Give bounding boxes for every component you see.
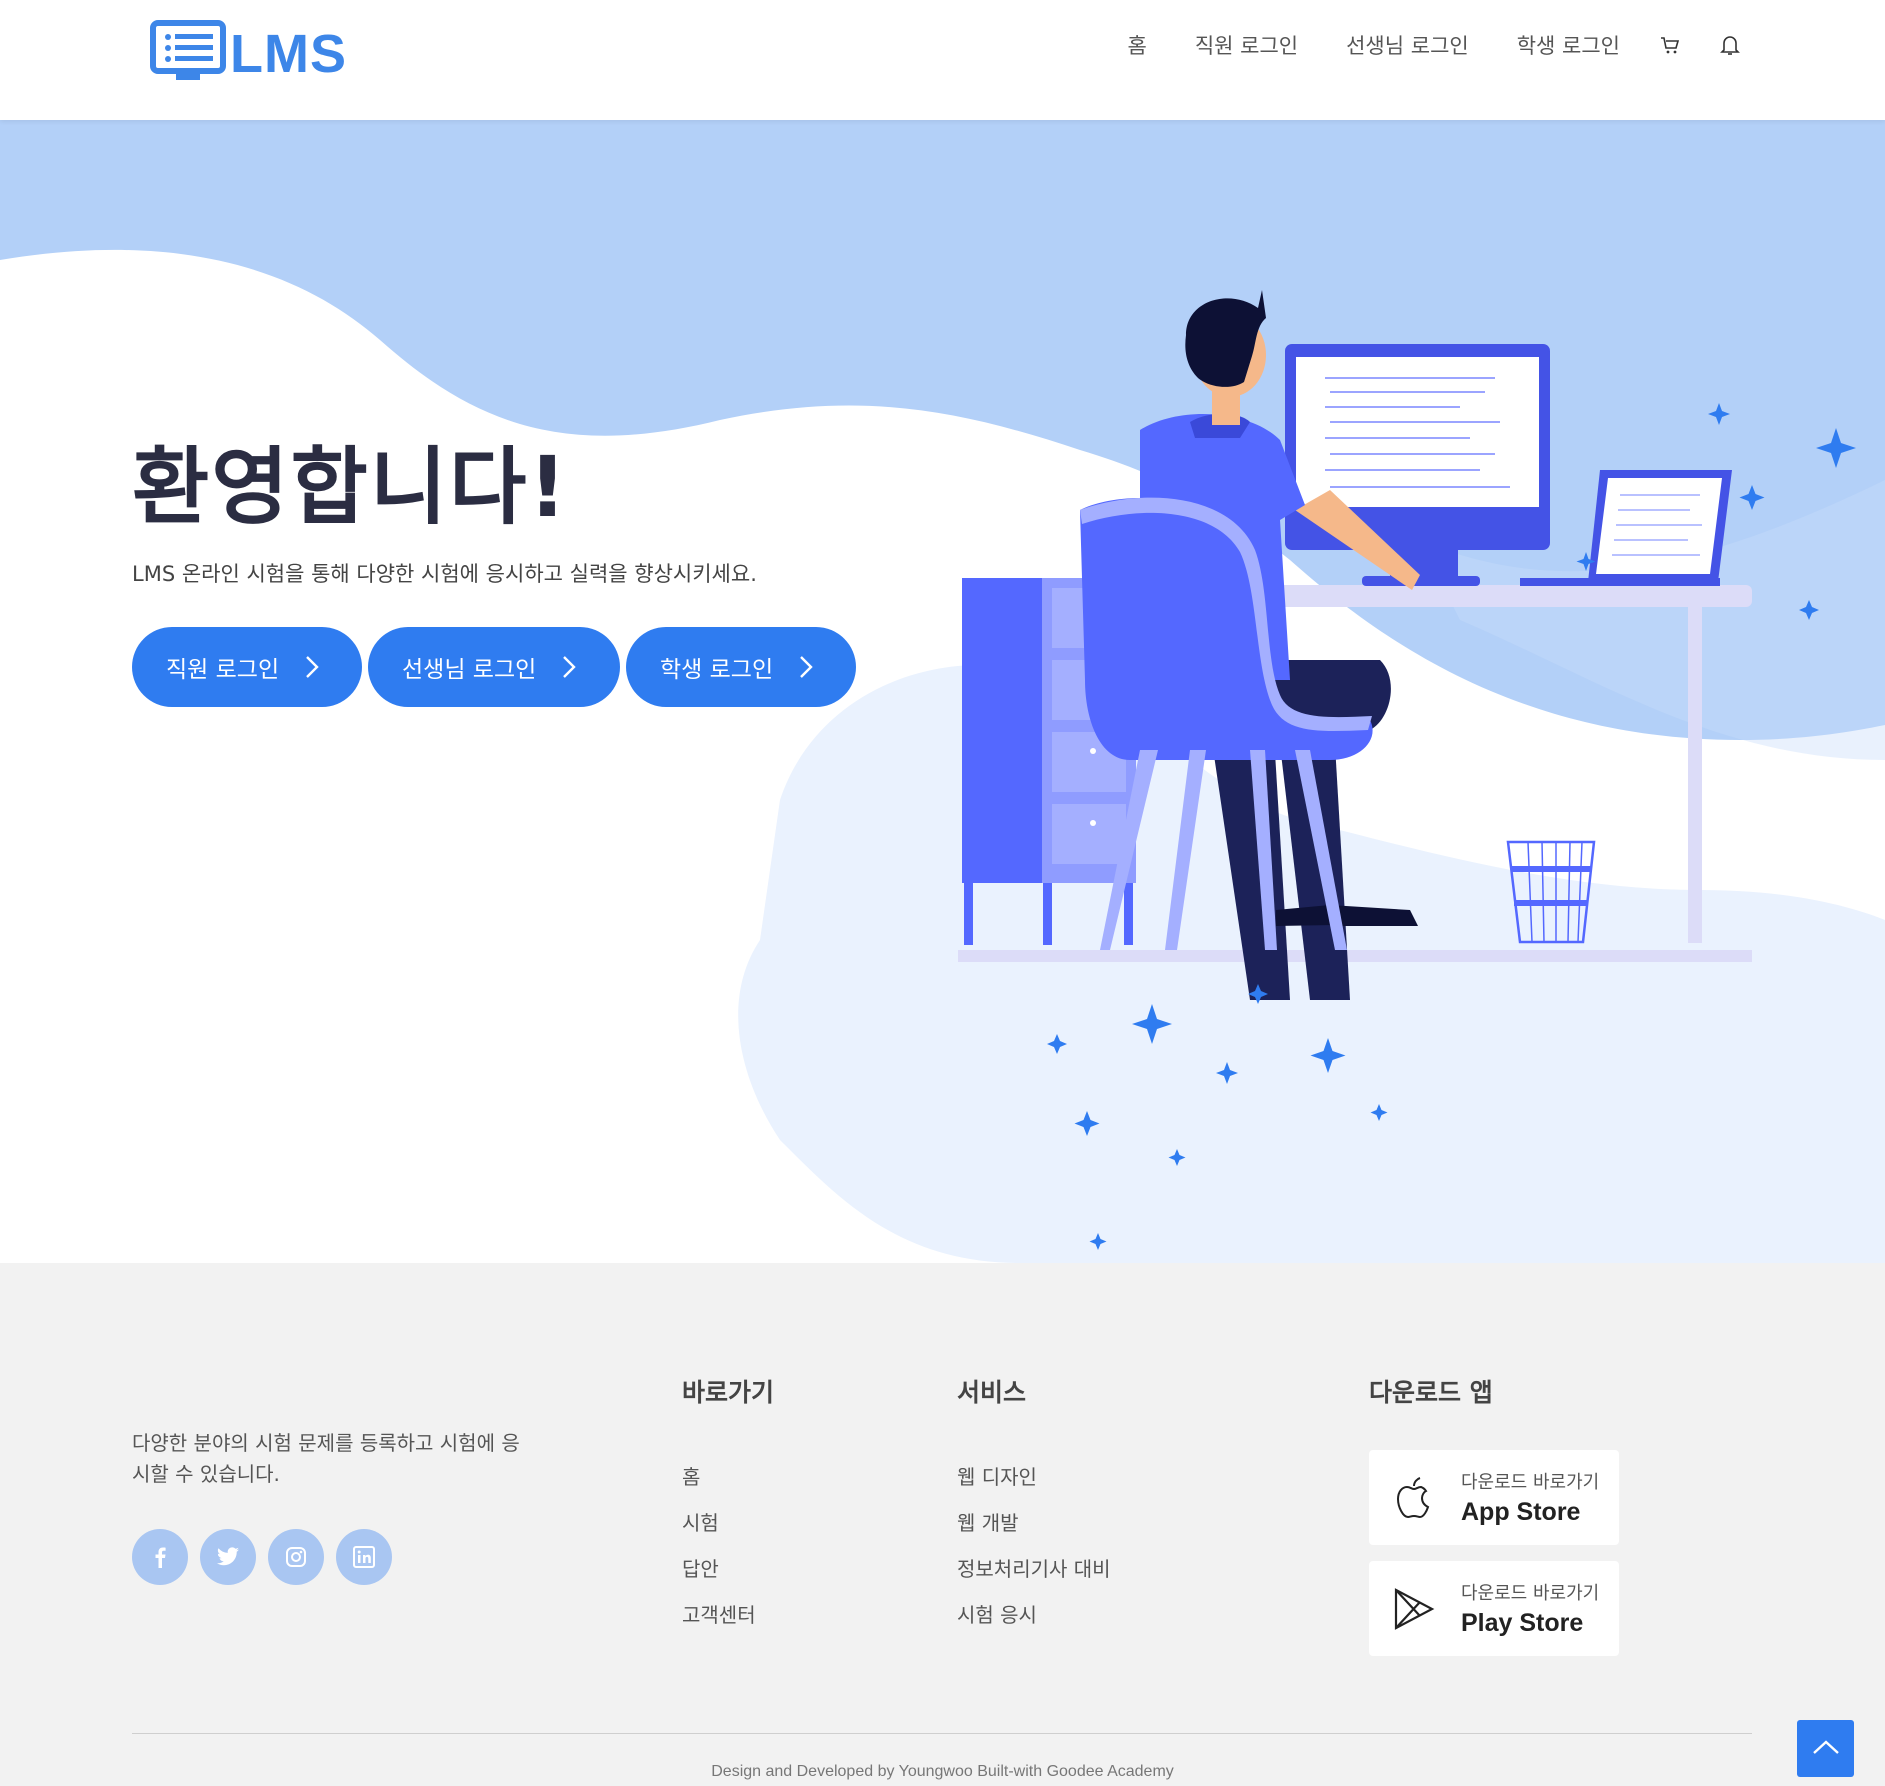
service-web-design[interactable]: 웹 디자인	[957, 1461, 1111, 1490]
twitter-icon[interactable]	[200, 1529, 256, 1585]
quick-link-home[interactable]: 홈	[682, 1461, 774, 1490]
service-take-exam[interactable]: 시험 응시	[957, 1599, 1111, 1628]
teacher-login-label: 선생님 로그인	[402, 657, 537, 683]
services-title: 서비스	[957, 1378, 1027, 1407]
play-store-small-label: 다운로드 바로가기	[1461, 1583, 1600, 1604]
play-store-icon	[1391, 1587, 1437, 1631]
staff-login-button[interactable]: 직원 로그인	[132, 627, 362, 707]
apple-icon	[1391, 1475, 1437, 1521]
student-login-button[interactable]: 학생 로그인	[626, 627, 856, 707]
footer-divider	[132, 1733, 1752, 1734]
app-store-label: App Store	[1461, 1498, 1581, 1526]
play-store-label: Play Store	[1461, 1609, 1584, 1637]
bell-icon[interactable]	[1720, 34, 1740, 56]
hero-section: 환영합니다! LMS 온라인 시험을 통해 다양한 시험에 응시하고 실력을 향…	[0, 120, 1885, 1263]
site-header: LMS 홈 직원 로그인 선생님 로그인 학생 로그인	[0, 0, 1885, 120]
service-web-dev[interactable]: 웹 개발	[957, 1507, 1111, 1536]
nav-home[interactable]: 홈	[1128, 30, 1147, 60]
quick-link-answer[interactable]: 답안	[682, 1553, 774, 1582]
main-nav: 홈 직원 로그인 선생님 로그인 학생 로그인	[1080, 30, 1741, 60]
nav-staff-login[interactable]: 직원 로그인	[1195, 30, 1298, 60]
hero-subtitle: LMS 온라인 시험을 통해 다양한 시험에 응시하고 실력을 향상시키세요.	[132, 562, 757, 586]
play-store-button[interactable]: 다운로드 바로가기 Play Store	[1369, 1561, 1619, 1656]
scroll-to-top-button[interactable]	[1797, 1720, 1854, 1777]
service-cert-prep[interactable]: 정보처리기사 대비	[957, 1553, 1111, 1582]
nav-teacher-login[interactable]: 선생님 로그인	[1346, 30, 1469, 60]
quick-link-support[interactable]: 고객센터	[682, 1599, 774, 1628]
quick-links-title: 바로가기	[682, 1378, 775, 1407]
staff-login-label: 직원 로그인	[166, 657, 280, 683]
chevron-right-icon	[562, 655, 576, 679]
site-footer: 다양한 분야의 시험 문제를 등록하고 시험에 응시할 수 있습니다. 바로가기…	[0, 1263, 1885, 1786]
facebook-icon[interactable]	[132, 1529, 188, 1585]
chevron-up-icon	[1812, 1739, 1840, 1759]
chevron-right-icon	[305, 655, 319, 679]
logo[interactable]: LMS	[150, 20, 347, 88]
logo-text: LMS	[230, 24, 347, 84]
linkedin-icon[interactable]	[336, 1529, 392, 1585]
chevron-right-icon	[799, 655, 813, 679]
nav-student-login[interactable]: 학생 로그인	[1517, 30, 1620, 60]
cart-icon[interactable]	[1660, 35, 1680, 55]
download-app-column: 다운로드 앱	[1369, 1373, 1493, 1461]
quick-links-column: 바로가기 홈 시험 답안 고객센터	[682, 1373, 774, 1645]
quick-link-exam[interactable]: 시험	[682, 1507, 774, 1536]
footer-description: 다양한 분야의 시험 문제를 등록하고 시험에 응시할 수 있습니다.	[132, 1431, 520, 1486]
app-store-small-label: 다운로드 바로가기	[1461, 1472, 1600, 1493]
download-app-title: 다운로드 앱	[1369, 1378, 1493, 1407]
hero-title: 환영합니다!	[132, 438, 569, 536]
app-store-button[interactable]: 다운로드 바로가기 App Store	[1369, 1450, 1619, 1545]
copyright-text: Design and Developed by Youngwoo Built-w…	[711, 1763, 1174, 1780]
monitor-logo-icon	[150, 20, 226, 88]
student-login-label: 학생 로그인	[660, 657, 774, 683]
services-column: 서비스 웹 디자인 웹 개발 정보처리기사 대비 시험 응시	[957, 1373, 1111, 1645]
social-links	[132, 1529, 404, 1585]
hero-login-buttons: 직원 로그인 선생님 로그인 학생 로그인	[132, 627, 862, 707]
teacher-login-button[interactable]: 선생님 로그인	[368, 627, 620, 707]
instagram-icon[interactable]	[268, 1529, 324, 1585]
